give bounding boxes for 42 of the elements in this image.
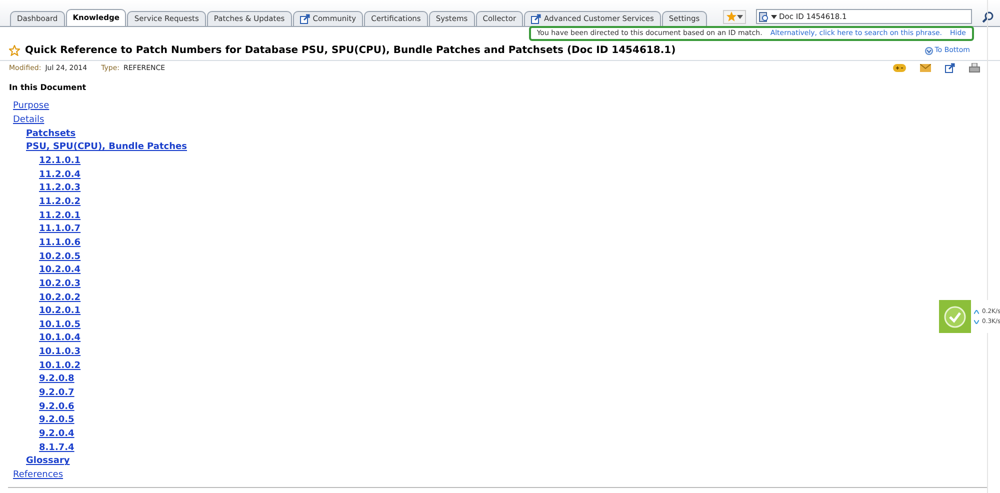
toc-link[interactable]: Glossary: [26, 457, 70, 466]
favorites-button[interactable]: [723, 10, 746, 24]
toc-link[interactable]: 11.2.0.4: [39, 170, 81, 180]
toc-link[interactable]: 9.2.0.5: [39, 416, 74, 426]
toc-link[interactable]: Details: [13, 116, 44, 125]
star-icon: [726, 11, 737, 22]
toc-link[interactable]: 8.1.7.4: [39, 444, 74, 453]
toc-link[interactable]: 9.2.0.7: [39, 389, 74, 398]
toc-heading: In this Document: [9, 82, 88, 94]
toc-link[interactable]: 12.1.0.1: [39, 156, 81, 166]
toc-link[interactable]: 10.1.0.2: [39, 362, 81, 371]
toc-link[interactable]: 10.2.0.5: [39, 252, 81, 262]
check-icon: [943, 304, 967, 328]
document-title: Quick Reference to Patch Numbers for Database PSU, SPU(CPU), Bundle Patches and Patchsets (Doc ID 1454618.1): [25, 44, 676, 58]
toc-link[interactable]: 10.2.0.4: [39, 266, 81, 276]
toc-link[interactable]: 10.1.0.5: [39, 320, 81, 330]
toc-link[interactable]: Purpose: [13, 102, 50, 112]
caret-icon: [737, 14, 743, 18]
toc-link[interactable]: 11.2.0.1: [39, 212, 81, 221]
toc-link[interactable]: 11.1.0.7: [39, 225, 81, 234]
toc-link[interactable]: Patchsets: [26, 130, 76, 139]
toc-link[interactable]: 11.2.0.3: [39, 184, 81, 194]
toc-link[interactable]: 10.2.0.3: [39, 280, 81, 289]
toc-link[interactable]: 11.1.0.6: [39, 238, 81, 248]
toc-link[interactable]: 9.2.0.8: [39, 375, 74, 384]
toc-link[interactable]: PSU, SPU(CPU), Bundle Patches: [26, 143, 187, 152]
caret-icon: [771, 14, 777, 18]
rating-icon[interactable]: [893, 64, 906, 72]
external-link-icon[interactable]: [945, 63, 955, 73]
toc-link[interactable]: 11.2.0.2: [39, 198, 81, 207]
down-arrow-icon: [924, 46, 933, 54]
toc-link[interactable]: References: [13, 471, 64, 480]
toc-link[interactable]: 10.2.0.1: [39, 307, 81, 316]
toc-link[interactable]: 10.1.0.4: [39, 334, 81, 344]
print-icon[interactable]: [969, 63, 980, 73]
toc-link[interactable]: 9.2.0.6: [39, 402, 74, 412]
star-outline-icon[interactable]: [9, 45, 20, 56]
document-search-icon: [759, 12, 769, 22]
search-icon[interactable]: [982, 10, 994, 22]
toc-link[interactable]: 10.1.0.3: [39, 348, 81, 358]
toc-link[interactable]: 9.2.0.4: [39, 430, 74, 440]
toc-link[interactable]: 10.2.0.2: [39, 294, 81, 303]
